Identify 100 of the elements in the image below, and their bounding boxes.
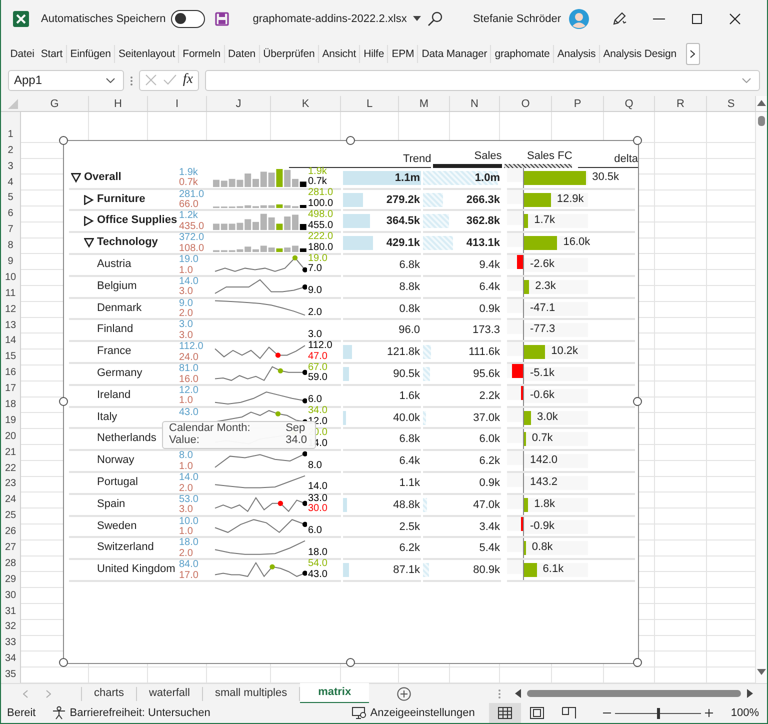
row-header[interactable]: 31 (1, 604, 20, 620)
row-header[interactable]: 27 (1, 540, 20, 556)
row-header[interactable]: 7 (1, 222, 20, 238)
zoom-level[interactable]: 100% (730, 707, 759, 719)
row-header[interactable]: 35 (1, 667, 20, 683)
ribbon-tab[interactable]: Datei (7, 48, 38, 60)
column-header[interactable]: L (341, 96, 399, 111)
row-header[interactable]: 5 (1, 190, 20, 206)
avatar-icon[interactable] (569, 8, 589, 29)
zoom-in-icon[interactable] (704, 709, 713, 717)
row-header[interactable]: 20 (1, 428, 20, 445)
resize-handle[interactable] (59, 658, 68, 667)
expand-triangle-icon[interactable] (84, 216, 94, 226)
expand-triangle-icon[interactable] (84, 194, 94, 205)
file-name[interactable]: graphomate-addins-2022.2.xlsx (252, 12, 407, 25)
scroll-up-icon[interactable] (757, 100, 766, 106)
column-header[interactable]: R (655, 96, 707, 111)
row-header[interactable]: 26 (1, 524, 20, 540)
pen-icon[interactable] (611, 10, 627, 27)
ribbon-tab[interactable]: Daten (224, 48, 259, 60)
save-icon[interactable] (214, 12, 229, 26)
sheet-tab[interactable]: small multiples (202, 684, 300, 703)
row-header[interactable]: 9 (1, 254, 20, 270)
add-sheet-icon[interactable] (397, 686, 412, 700)
column-header[interactable]: O (500, 96, 552, 111)
column-header[interactable]: K (271, 96, 341, 111)
sheet-tab[interactable]: charts (82, 684, 136, 703)
ribbon-tab[interactable]: Data Manager (418, 48, 490, 60)
scroll-right-button[interactable] (686, 42, 700, 65)
row-header[interactable]: 10 (1, 270, 20, 286)
column-header[interactable]: N (450, 96, 500, 111)
row-header[interactable]: 2 (1, 142, 20, 159)
resize-handle[interactable] (346, 136, 355, 145)
row-header[interactable]: 12 (1, 302, 20, 318)
accessibility-button[interactable]: Barrierefreiheit: Untersuchen (52, 706, 210, 720)
row-header[interactable]: 3 (1, 158, 20, 175)
row-header[interactable]: 34 (1, 651, 20, 668)
row-header[interactable]: 30 (1, 588, 20, 604)
row-header[interactable]: 1 (1, 126, 20, 143)
column-header[interactable]: M (399, 96, 450, 111)
scroll-left-icon[interactable] (515, 689, 522, 698)
resize-handle[interactable] (59, 136, 68, 145)
row-header[interactable]: 19 (1, 412, 20, 429)
scroll-right-icon[interactable] (747, 689, 753, 698)
ribbon-tab[interactable]: Analysis Design (600, 48, 680, 60)
row-header[interactable]: 8 (1, 238, 20, 254)
row-header[interactable]: 25 (1, 508, 20, 524)
ribbon-tab[interactable]: Hilfe (360, 48, 388, 60)
row-header[interactable]: 28 (1, 556, 20, 572)
scrollbar-thumb[interactable] (758, 116, 765, 126)
ribbon-tab[interactable]: Formeln (179, 48, 224, 60)
resize-handle[interactable] (633, 396, 642, 406)
row-header[interactable]: 18 (1, 397, 20, 413)
column-header[interactable]: G (21, 96, 89, 111)
column-header[interactable]: P (552, 96, 604, 111)
row-header[interactable]: 21 (1, 444, 20, 461)
resize-handle[interactable] (633, 136, 642, 145)
caret-icon[interactable] (412, 16, 421, 22)
row-header[interactable]: 14 (1, 333, 20, 350)
row-header[interactable]: 17 (1, 381, 20, 397)
slider-thumb[interactable] (656, 708, 660, 718)
sheet-tab[interactable]: matrix (300, 683, 370, 704)
ribbon-tab[interactable]: Ansicht (318, 48, 360, 60)
row-header[interactable]: 33 (1, 635, 20, 652)
row-header[interactable]: 6 (1, 206, 20, 222)
ribbon-tab[interactable]: Analysis (554, 48, 599, 60)
resize-handle[interactable] (59, 396, 68, 406)
row-header[interactable]: 15 (1, 349, 20, 366)
check-icon[interactable] (162, 74, 177, 86)
row-header[interactable]: 13 (1, 318, 20, 334)
ribbon-tab[interactable]: EPM (388, 48, 418, 60)
formula-input[interactable] (205, 70, 760, 91)
search-icon[interactable] (426, 10, 443, 27)
autosave-toggle[interactable] (170, 10, 205, 28)
row-header[interactable]: 22 (1, 460, 20, 476)
ribbon-tab[interactable]: Überprüfen (260, 48, 318, 60)
column-header[interactable]: J (207, 96, 271, 111)
display-settings-button[interactable]: Anzeigeeinstellungen (352, 707, 475, 719)
ribbon-tab[interactable]: Start (38, 48, 66, 60)
scroll-down-icon[interactable] (757, 669, 766, 675)
row-header[interactable]: 32 (1, 619, 20, 636)
resize-handle[interactable] (633, 658, 642, 667)
view-button[interactable] (488, 703, 521, 723)
row-header[interactable]: 16 (1, 365, 20, 382)
column-header[interactable]: Q (604, 96, 655, 111)
maximize-icon[interactable] (691, 12, 703, 25)
scrollbar-thumb[interactable] (527, 690, 741, 697)
ribbon-tab[interactable]: graphomate (491, 48, 554, 60)
column-header[interactable]: H (89, 96, 148, 111)
sheet-tab[interactable]: waterfall (136, 684, 202, 703)
name-box[interactable]: App1 (8, 70, 124, 91)
ribbon-tab[interactable]: Seitenlayout (115, 48, 178, 60)
ribbon-tab[interactable]: Einfügen (66, 48, 114, 60)
row-header[interactable]: 4 (1, 174, 20, 190)
row-header[interactable]: 11 (1, 286, 20, 302)
column-header[interactable]: I (148, 96, 207, 111)
collapse-triangle-icon[interactable] (71, 172, 81, 183)
row-header[interactable]: 29 (1, 572, 20, 588)
row-header[interactable]: 24 (1, 492, 20, 508)
resize-handle[interactable] (346, 658, 355, 667)
